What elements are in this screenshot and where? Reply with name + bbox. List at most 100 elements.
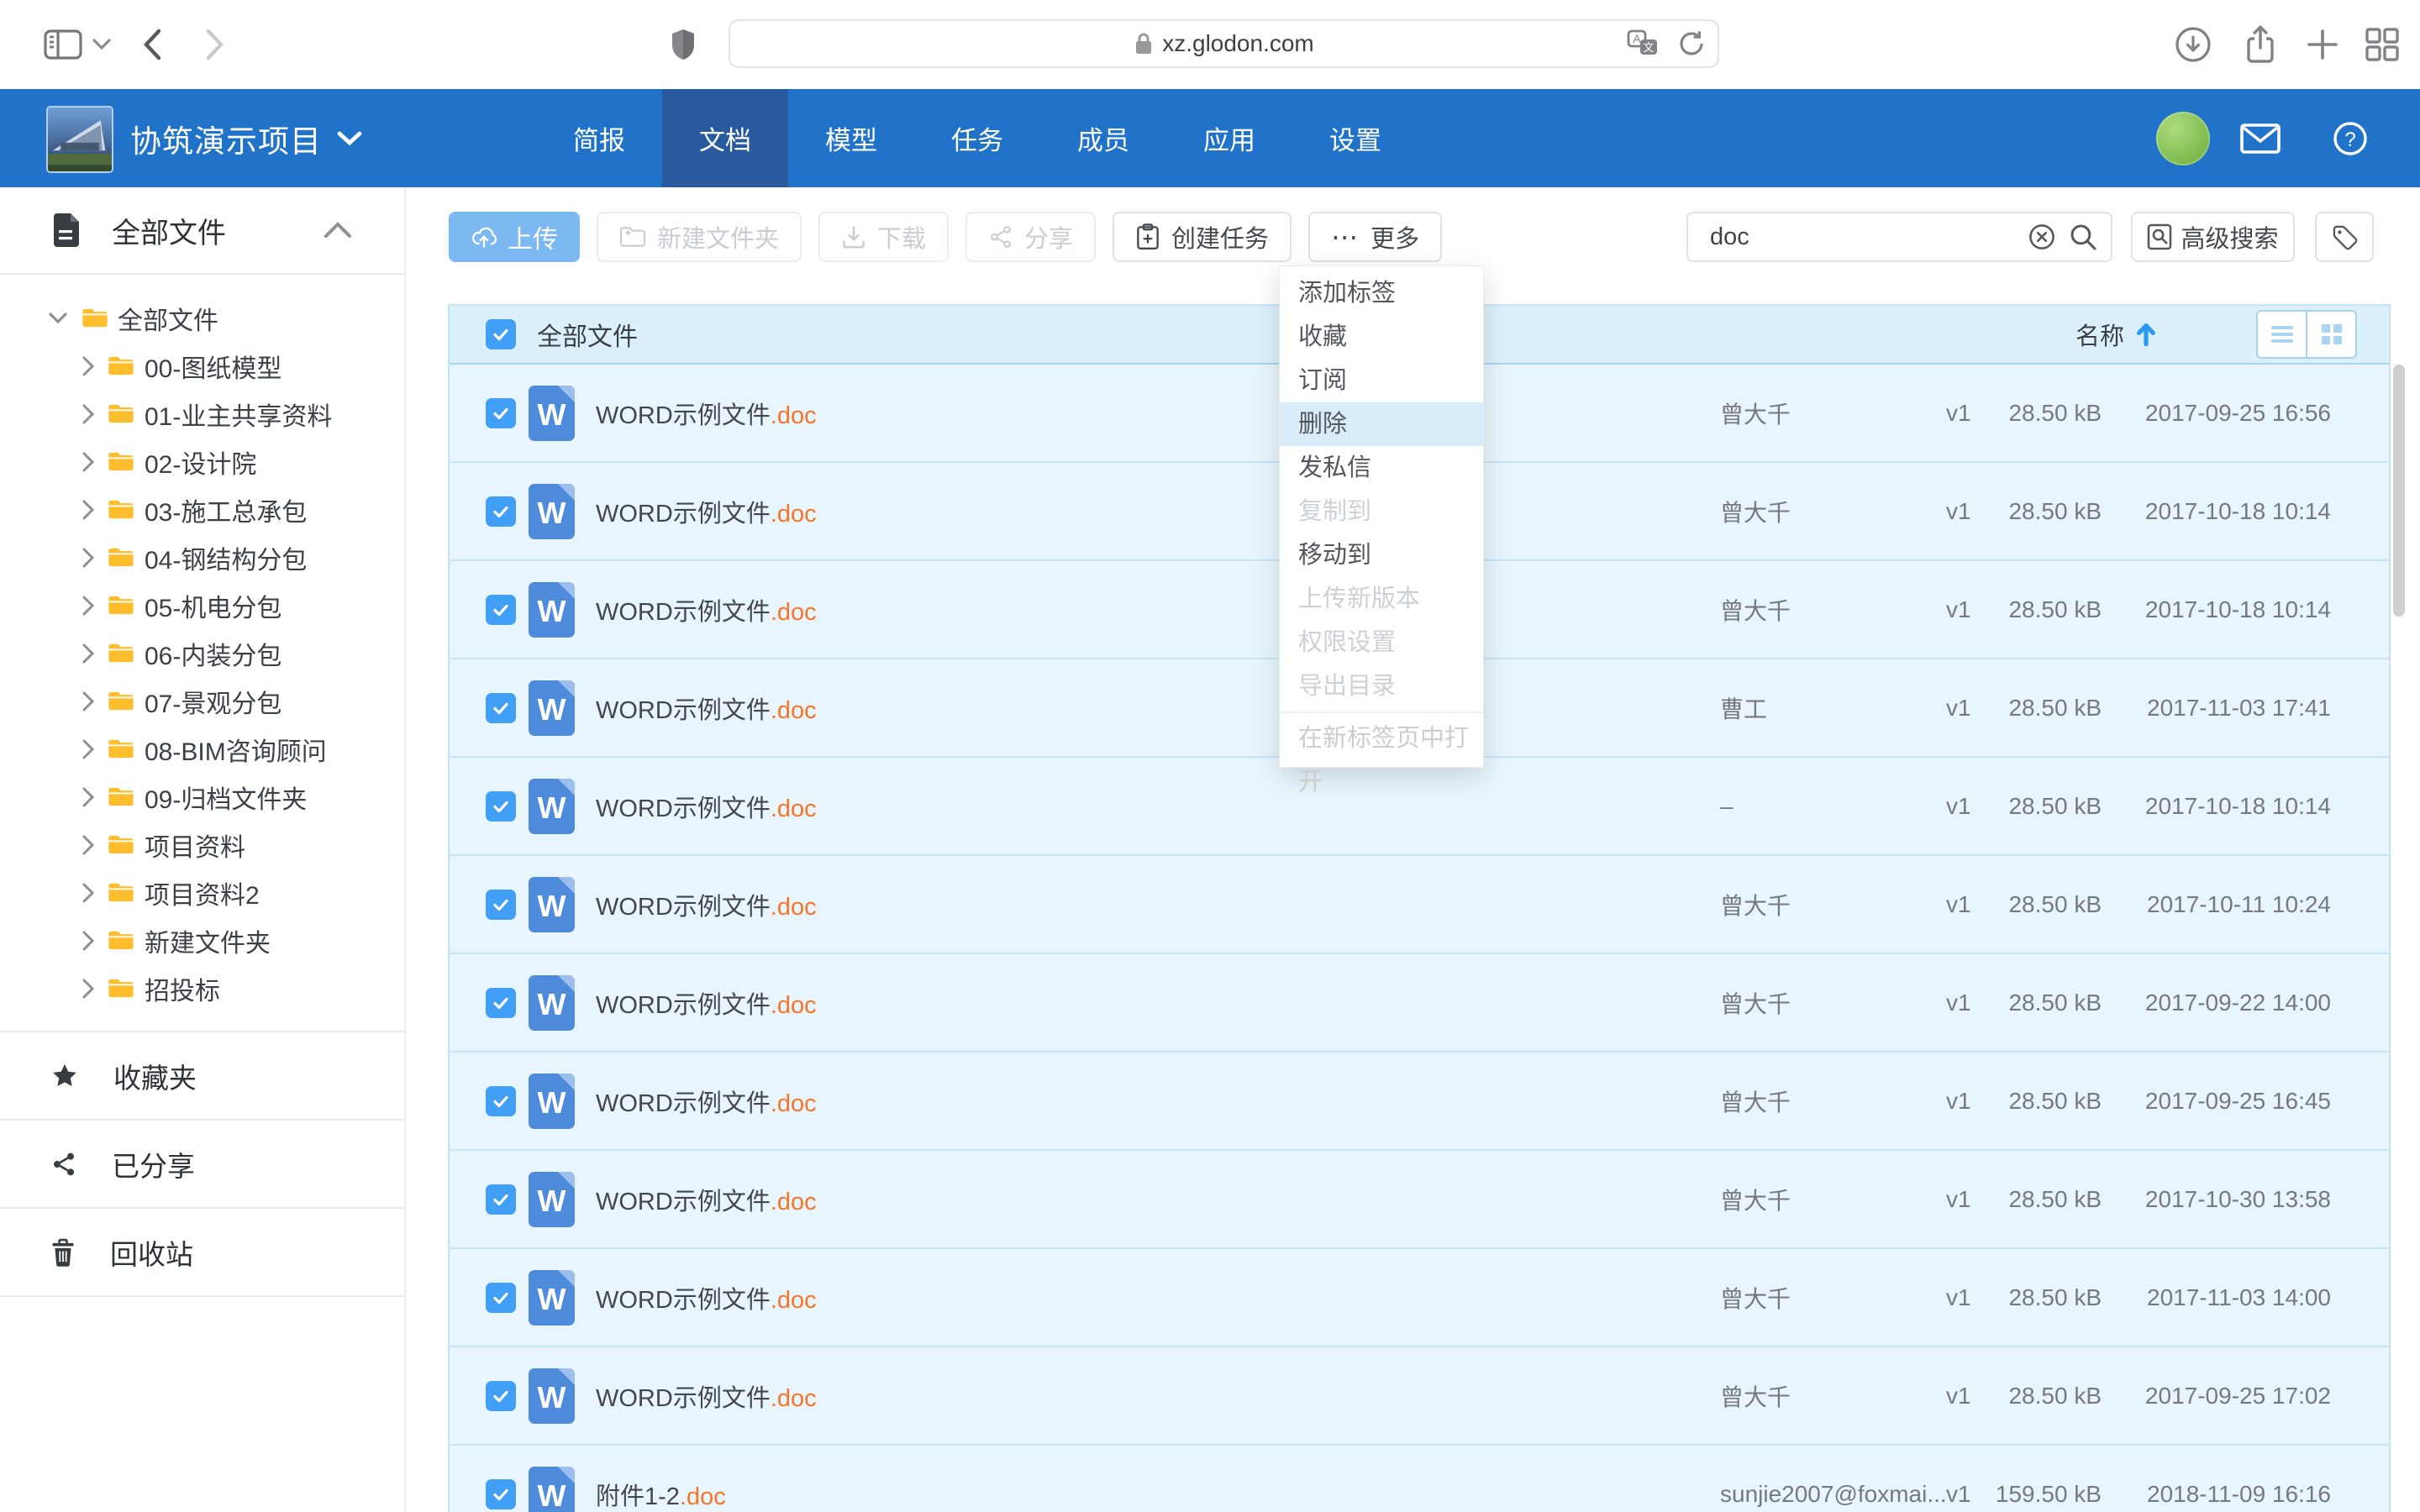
chevron-right-icon[interactable] <box>82 691 95 711</box>
file-row[interactable]: W WORD示例文件.doc – v1 28.50 kB 2017-10-18 … <box>450 758 2389 856</box>
row-checkbox[interactable] <box>486 1479 516 1509</box>
tree-folder[interactable]: 02-设计院 <box>0 438 404 486</box>
tree-folder[interactable]: 06-内装分包 <box>0 629 404 677</box>
row-checkbox[interactable] <box>486 496 516 527</box>
row-checkbox[interactable] <box>486 1184 516 1215</box>
row-checkbox[interactable] <box>486 693 516 723</box>
file-row[interactable]: W WORD示例文件.doc 曾大千 v1 28.50 kB 2017-11-0… <box>450 1249 2389 1347</box>
file-row[interactable]: W WORD示例文件.doc 曾大千 v1 28.50 kB 2017-09-2… <box>450 1053 2389 1151</box>
tree-folder[interactable]: 00-图纸模型 <box>0 342 404 390</box>
tag-filter-button[interactable] <box>2315 212 2374 262</box>
tree-folder[interactable]: 新建文件夹 <box>0 916 404 964</box>
chevron-right-icon[interactable] <box>82 596 95 616</box>
search-input[interactable] <box>1708 223 2015 252</box>
tab-overview-icon[interactable] <box>2363 25 2402 64</box>
tree-folder[interactable]: 03-施工总承包 <box>0 486 404 533</box>
address-bar[interactable]: xz.glodon.com A文 <box>729 19 1719 68</box>
file-name[interactable]: WORD示例文件.doc <box>596 1280 817 1315</box>
file-name[interactable]: WORD示例文件.doc <box>596 1182 817 1217</box>
chevron-right-icon[interactable] <box>82 643 95 664</box>
scrollbar-thumb[interactable] <box>2393 365 2405 617</box>
file-name[interactable]: WORD示例文件.doc <box>596 494 817 529</box>
file-name[interactable]: WORD示例文件.doc <box>596 1378 817 1414</box>
file-name[interactable]: WORD示例文件.doc <box>596 985 817 1021</box>
chevron-up-icon[interactable] <box>324 222 352 239</box>
tree-folder[interactable]: 项目资料2 <box>0 869 404 916</box>
chevron-right-icon[interactable] <box>82 787 95 807</box>
translate-icon[interactable]: A文 <box>1627 29 1659 58</box>
privacy-shield-icon[interactable] <box>670 28 697 61</box>
chevron-right-icon[interactable] <box>82 404 95 424</box>
file-name[interactable]: WORD示例文件.doc <box>596 396 817 431</box>
chevron-right-icon[interactable] <box>82 500 95 520</box>
chevron-right-icon[interactable] <box>82 931 95 951</box>
list-view-button[interactable] <box>2256 310 2307 359</box>
file-name[interactable]: WORD示例文件.doc <box>596 887 817 922</box>
upload-button[interactable]: 上传 <box>449 212 580 262</box>
file-row[interactable]: W WORD示例文件.doc 曾大千 v1 28.50 kB 2017-10-3… <box>450 1151 2389 1249</box>
row-checkbox[interactable] <box>486 791 516 822</box>
advanced-search-button[interactable]: 高级搜索 <box>2131 212 2295 262</box>
tree-folder[interactable]: 04-钢结构分包 <box>0 533 404 581</box>
tree-folder[interactable]: 05-机电分包 <box>0 581 404 629</box>
file-row[interactable]: W WORD示例文件.doc 曾大千 v1 28.50 kB 2017-09-2… <box>450 954 2389 1053</box>
clear-search-icon[interactable] <box>2028 223 2055 250</box>
nav-tab[interactable]: 成员 <box>1040 89 1166 187</box>
nav-tab[interactable]: 模型 <box>788 89 914 187</box>
file-row[interactable]: W 附件1-2.doc sunjie2007@foxmai... v1 159.… <box>450 1446 2389 1512</box>
menu-item[interactable]: 删除 <box>1280 402 1483 446</box>
chevron-down-icon[interactable] <box>92 39 111 50</box>
file-name[interactable]: WORD示例文件.doc <box>596 1084 817 1119</box>
chevron-right-icon[interactable] <box>82 835 95 855</box>
nav-tab[interactable]: 任务 <box>914 89 1040 187</box>
menu-item[interactable]: 订阅 <box>1280 359 1483 402</box>
row-checkbox[interactable] <box>486 1381 516 1411</box>
forward-icon[interactable] <box>204 28 226 61</box>
menu-item[interactable]: 添加标签 <box>1280 271 1483 315</box>
nav-tab[interactable]: 文档 <box>662 89 788 187</box>
reload-icon[interactable] <box>1677 29 1706 58</box>
chevron-right-icon[interactable] <box>82 356 95 376</box>
chevron-right-icon[interactable] <box>82 739 95 759</box>
tree-root-all-files[interactable]: 全部文件 <box>0 294 404 342</box>
row-checkbox[interactable] <box>486 398 516 428</box>
sidebar-shortcut-recycle[interactable]: 回收站 <box>0 1207 404 1297</box>
tree-folder[interactable]: 招投标 <box>0 964 404 1012</box>
back-icon[interactable] <box>141 28 163 61</box>
tree-folder[interactable]: 09-归档文件夹 <box>0 773 404 821</box>
file-name[interactable]: WORD示例文件.doc <box>596 789 817 824</box>
file-row[interactable]: W WORD示例文件.doc 曾大千 v1 28.50 kB 2017-09-2… <box>450 1347 2389 1446</box>
file-row[interactable]: W WORD示例文件.doc 曾大千 v1 28.50 kB 2017-10-1… <box>450 856 2389 954</box>
chevron-down-icon[interactable] <box>49 312 67 324</box>
select-all-checkbox[interactable] <box>486 319 516 349</box>
share-icon[interactable] <box>2242 24 2279 65</box>
grid-view-button[interactable] <box>2307 310 2357 359</box>
sidebar-shortcut-shared[interactable]: 已分享 <box>0 1119 404 1207</box>
row-checkbox[interactable] <box>486 988 516 1018</box>
more-button[interactable]: ⋯ 更多 <box>1308 212 1442 262</box>
file-name[interactable]: 附件1-2.doc <box>596 1477 726 1512</box>
sidebar-section-all-files[interactable]: 全部文件 <box>0 187 404 275</box>
row-checkbox[interactable] <box>486 1086 516 1116</box>
tree-folder[interactable]: 08-BIM咨询顾问 <box>0 725 404 773</box>
menu-item[interactable]: 移动到 <box>1280 533 1483 577</box>
nav-tab[interactable]: 简报 <box>536 89 662 187</box>
mail-icon[interactable] <box>2240 123 2281 154</box>
chevron-right-icon[interactable] <box>82 548 95 568</box>
chevron-right-icon[interactable] <box>82 883 95 903</box>
help-icon[interactable]: ? <box>2333 121 2368 156</box>
search-icon[interactable] <box>2069 223 2097 251</box>
file-name[interactable]: WORD示例文件.doc <box>596 690 817 726</box>
nav-tab[interactable]: 应用 <box>1166 89 1292 187</box>
downloads-icon[interactable] <box>2175 26 2212 63</box>
row-checkbox[interactable] <box>486 890 516 920</box>
row-checkbox[interactable] <box>486 1283 516 1313</box>
create-task-button[interactable]: 创建任务 <box>1113 212 1292 262</box>
chevron-right-icon[interactable] <box>82 452 95 472</box>
new-tab-icon[interactable] <box>2304 26 2341 63</box>
menu-item[interactable]: 收藏 <box>1280 315 1483 359</box>
nav-tab[interactable]: 设置 <box>1292 89 1418 187</box>
user-avatar[interactable] <box>2156 112 2210 165</box>
tree-folder[interactable]: 项目资料 <box>0 821 404 869</box>
sort-by-name[interactable]: 名称 <box>2075 317 2156 352</box>
